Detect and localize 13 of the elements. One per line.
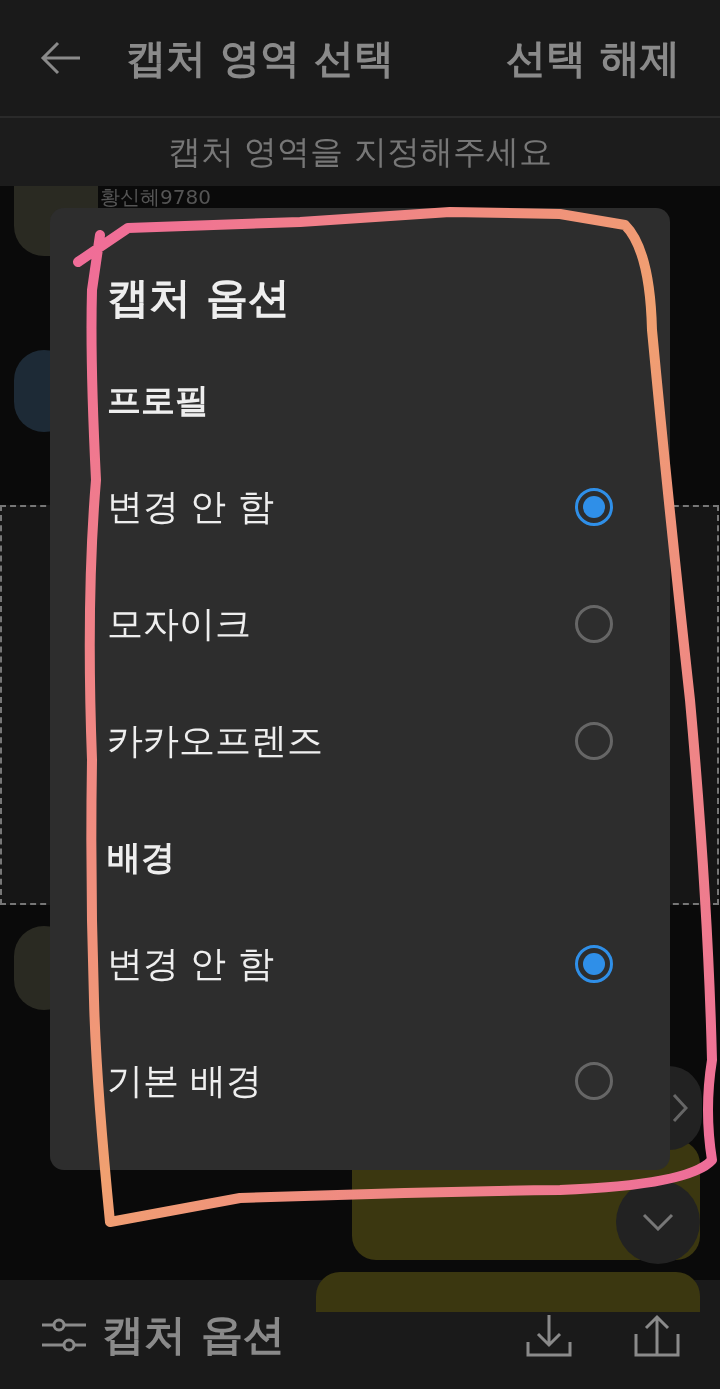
option-label[interactable]: 카카오프렌즈	[107, 713, 323, 768]
section-heading: 배경	[107, 836, 175, 879]
deselect-button[interactable]: 선택 해제	[506, 28, 680, 88]
screen-title: 캡처 영역 선택	[126, 34, 394, 83]
instruction-text: 캡처 영역을 지정해주세요	[168, 131, 552, 174]
sender-name: 황신혜9780	[100, 186, 211, 208]
option-label[interactable]: 기본 배경	[107, 1053, 263, 1108]
option-label[interactable]: 변경 안 함	[107, 936, 274, 991]
capture-options-button[interactable]: 캡처 옵션	[40, 1303, 285, 1366]
option-label[interactable]: 모자이크	[107, 596, 251, 651]
section-heading: 프로필	[107, 379, 209, 422]
option-label[interactable]: 변경 안 함	[107, 479, 274, 534]
dialog-title: 캡처 옵션	[107, 271, 290, 324]
